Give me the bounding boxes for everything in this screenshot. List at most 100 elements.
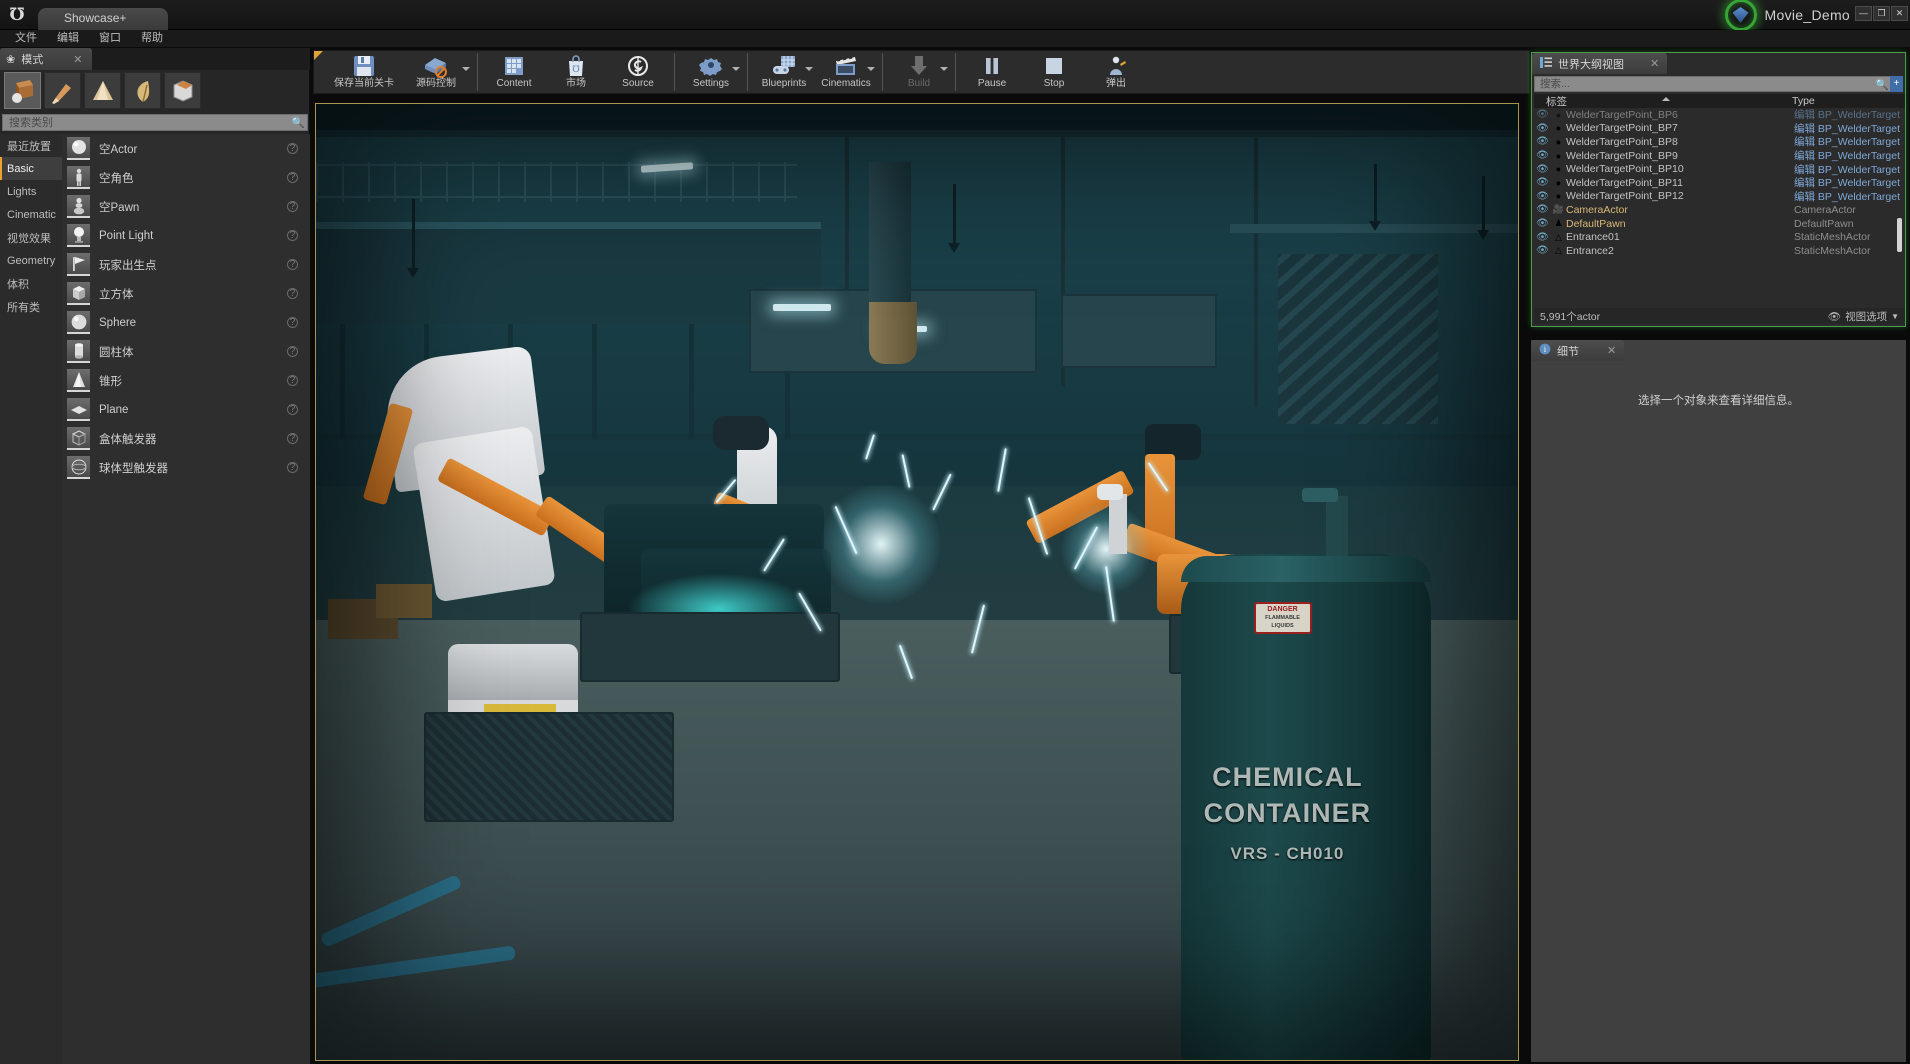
tab-modes[interactable]: ❀ 模式 ✕ — [0, 48, 93, 70]
help-icon[interactable]: ? — [287, 346, 298, 357]
menu-window[interactable]: 窗口 — [90, 30, 130, 47]
outliner-search-row[interactable]: 🔍 — [1534, 76, 1892, 92]
visibility-eye-icon[interactable]: 👁 — [1534, 164, 1551, 175]
visibility-eye-icon[interactable]: 👁 — [1534, 150, 1551, 161]
help-icon[interactable]: ? — [287, 143, 298, 154]
outliner-column-type[interactable]: Type — [1792, 95, 1905, 107]
content-browser-button[interactable]: Content — [483, 51, 545, 93]
outliner-search-input[interactable] — [1535, 78, 1873, 90]
table-row[interactable]: 👁 ● WelderTargetPoint_BP8 编辑 BP_WelderTa… — [1534, 135, 1905, 149]
table-row[interactable]: 👁 ♟ DefaultPawn DefaultPawn — [1534, 217, 1905, 231]
tab-details-close-icon[interactable]: ✕ — [1607, 344, 1616, 357]
help-icon[interactable]: ? — [287, 230, 298, 241]
outliner-scrollbar[interactable] — [1897, 218, 1902, 252]
placement-search-row[interactable]: 🔍 — [2, 114, 308, 131]
placement-item-cube[interactable]: 立方体 ? — [62, 279, 310, 308]
save-current-level-button[interactable]: 保存当前关卡 — [328, 51, 400, 93]
placement-item-empty-character[interactable]: 空角色 ? — [62, 163, 310, 192]
placement-item-point-light[interactable]: Point Light ? — [62, 221, 310, 250]
visibility-eye-icon[interactable]: 👁 — [1534, 232, 1551, 243]
visibility-eye-icon[interactable]: 👁 — [1534, 245, 1551, 256]
chevron-down-icon[interactable] — [805, 67, 813, 71]
table-row[interactable]: 👁 ● WelderTargetPoint_BP11 编辑 BP_WelderT… — [1534, 176, 1905, 190]
category-recently-placed[interactable]: 最近放置 — [0, 134, 62, 157]
visibility-eye-icon[interactable]: 👁 — [1534, 177, 1551, 188]
table-row[interactable]: 👁 ● WelderTargetPoint_BP7 编辑 BP_WelderTa… — [1534, 122, 1905, 136]
source-button[interactable]: Source — [607, 51, 669, 93]
outliner-row-list[interactable]: 👁 ● WelderTargetPoint_BP6 编辑 BP_WelderTa… — [1534, 108, 1905, 258]
table-row[interactable]: 👁 ● WelderTargetPoint_BP10 编辑 BP_WelderT… — [1534, 162, 1905, 176]
project-tab[interactable]: Showcase+ — [38, 8, 168, 30]
foliage-mode-button[interactable] — [124, 72, 161, 109]
help-icon[interactable]: ? — [287, 375, 298, 386]
category-visual-effects[interactable]: 视觉效果 — [0, 226, 62, 249]
placement-item-plane[interactable]: Plane ? — [62, 395, 310, 424]
category-lights[interactable]: Lights — [0, 180, 62, 203]
category-volumes[interactable]: 体积 — [0, 272, 62, 295]
tab-details[interactable]: i 细节 ✕ — [1531, 340, 1625, 361]
placement-search-input[interactable] — [3, 116, 289, 129]
close-button[interactable]: ✕ — [1891, 6, 1908, 21]
eject-button[interactable]: 弹出 — [1085, 51, 1147, 93]
table-row[interactable]: 👁 ● WelderTargetPoint_BP12 编辑 BP_WelderT… — [1534, 190, 1905, 204]
help-icon[interactable]: ? — [287, 317, 298, 328]
pause-button[interactable]: Pause — [961, 51, 1023, 93]
blueprints-button[interactable]: Blueprints — [753, 51, 815, 93]
menu-file[interactable]: 文件 — [6, 30, 46, 47]
view-options-button[interactable]: 👁 视图选项 ▼ — [1828, 309, 1899, 324]
table-row[interactable]: 👁 ● WelderTargetPoint_BP6 编辑 BP_WelderTa… — [1534, 108, 1905, 122]
menu-help[interactable]: 帮助 — [132, 30, 172, 47]
level-viewport[interactable]: DANGER FLAMMABLE LIQUIDS CHEMICAL CONTAI… — [315, 103, 1519, 1061]
visibility-eye-icon[interactable]: 👁 — [1534, 218, 1551, 229]
help-icon[interactable]: ? — [287, 201, 298, 212]
maximize-button[interactable]: ❐ — [1873, 6, 1890, 21]
table-row[interactable]: 👁 △ Entrance01 StaticMeshActor — [1534, 230, 1905, 244]
help-icon[interactable]: ? — [287, 259, 298, 270]
table-row[interactable]: 👁 △ Entrance2 StaticMeshActor — [1534, 244, 1905, 258]
tab-modes-close-icon[interactable]: ✕ — [73, 53, 82, 66]
help-icon[interactable]: ? — [287, 172, 298, 183]
tab-world-outliner-close-icon[interactable]: ✕ — [1650, 57, 1659, 70]
outliner-add-button[interactable]: + — [1890, 76, 1903, 92]
cinematics-button[interactable]: Cinematics — [815, 51, 877, 93]
chevron-down-icon[interactable] — [940, 67, 948, 71]
visibility-eye-icon[interactable]: 👁 — [1534, 204, 1551, 215]
chevron-down-icon[interactable] — [462, 67, 470, 71]
placement-item-box-trigger[interactable]: 盒体触发器 ? — [62, 424, 310, 453]
outliner-column-label[interactable]: 标签 — [1534, 94, 1792, 109]
category-basic[interactable]: Basic — [0, 157, 62, 180]
chevron-down-icon[interactable] — [867, 67, 875, 71]
source-control-button[interactable]: 源码控制 — [400, 51, 472, 93]
placement-item-cylinder[interactable]: 圆柱体 ? — [62, 337, 310, 366]
category-all-classes[interactable]: 所有类 — [0, 295, 62, 318]
marketplace-button[interactable]: ℧ 市场 — [545, 51, 607, 93]
place-mode-button[interactable] — [4, 72, 41, 109]
chevron-down-icon[interactable] — [732, 67, 740, 71]
help-icon[interactable]: ? — [287, 462, 298, 473]
help-icon[interactable]: ? — [287, 288, 298, 299]
placement-item-empty-actor[interactable]: 空Actor ? — [62, 134, 310, 163]
placement-item-sphere[interactable]: Sphere ? — [62, 308, 310, 337]
placement-item-cone[interactable]: 锥形 ? — [62, 366, 310, 395]
geometry-edit-mode-button[interactable] — [164, 72, 201, 109]
visibility-eye-icon[interactable]: 👁 — [1534, 136, 1551, 147]
category-cinematic[interactable]: Cinematic — [0, 203, 62, 226]
landscape-mode-button[interactable] — [84, 72, 121, 109]
settings-button[interactable]: Settings — [680, 51, 742, 93]
table-row[interactable]: 👁 🎥 CameraActor CameraActor — [1534, 203, 1905, 217]
placement-item-sphere-trigger[interactable]: 球体型触发器 ? — [62, 453, 310, 482]
minimize-button[interactable]: — — [1855, 6, 1872, 21]
tab-world-outliner[interactable]: 世界大纲视图 ✕ — [1532, 53, 1668, 74]
placement-item-empty-pawn[interactable]: 空Pawn ? — [62, 192, 310, 221]
stop-button[interactable]: Stop — [1023, 51, 1085, 93]
menu-edit[interactable]: 编辑 — [48, 30, 88, 47]
visibility-eye-icon[interactable]: 👁 — [1534, 191, 1551, 202]
help-icon[interactable]: ? — [287, 404, 298, 415]
table-row[interactable]: 👁 ● WelderTargetPoint_BP9 编辑 BP_WelderTa… — [1534, 149, 1905, 163]
paint-mode-button[interactable] — [44, 72, 81, 109]
help-icon[interactable]: ? — [287, 433, 298, 444]
visibility-eye-icon[interactable]: 👁 — [1534, 109, 1551, 120]
build-button[interactable]: Build — [888, 51, 950, 93]
visibility-eye-icon[interactable]: 👁 — [1534, 123, 1551, 134]
placement-item-player-start[interactable]: 玩家出生点 ? — [62, 250, 310, 279]
